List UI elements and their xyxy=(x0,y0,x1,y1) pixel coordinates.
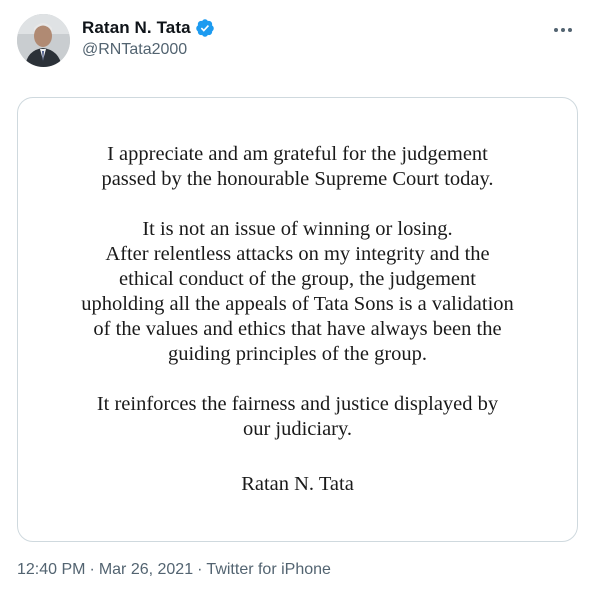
more-options-icon[interactable] xyxy=(549,20,577,40)
verified-badge-icon xyxy=(195,18,215,38)
display-name-row: Ratan N. Tata xyxy=(82,17,215,39)
statement-paragraph-2: It is not an issue of winning or losing.… xyxy=(18,217,577,367)
statement-line: I appreciate and am grateful for the jud… xyxy=(107,143,488,165)
statement-line: After relentless attacks on my integrity… xyxy=(105,243,490,265)
display-name[interactable]: Ratan N. Tata xyxy=(82,18,191,38)
avatar[interactable] xyxy=(17,14,70,67)
statement-line: of the values and ethics that have alway… xyxy=(93,318,502,340)
statement-line: guiding principles of the group. xyxy=(167,343,428,365)
tweet: Ratan N. Tata @RNTata2000 I appreciate a… xyxy=(0,0,598,601)
tweet-time[interactable]: 12:40 PM xyxy=(17,561,85,578)
author-names: Ratan N. Tata @RNTata2000 xyxy=(82,17,215,59)
statement-line: our judiciary. xyxy=(242,418,353,440)
statement-text: I appreciate and am grateful for the jud… xyxy=(18,142,577,467)
tweet-source[interactable]: Twitter for iPhone xyxy=(206,561,331,578)
statement-paragraph-3: It reinforces the fairness and justice d… xyxy=(18,392,577,442)
meta-separator: · xyxy=(197,561,203,578)
statement-paragraph-1: I appreciate and am grateful for the jud… xyxy=(18,142,577,192)
statement-line: It reinforces the fairness and justice d… xyxy=(96,393,499,415)
meta-separator: · xyxy=(89,561,95,578)
tweet-metadata: 12:40 PM · Mar 26, 2021 · Twitter for iPhone xyxy=(17,561,331,579)
statement-line: passed by the honourable Supreme Court t… xyxy=(101,168,494,190)
statement-signature: Ratan N. Tata xyxy=(241,473,354,495)
user-handle[interactable]: @RNTata2000 xyxy=(82,41,215,59)
tweet-header: Ratan N. Tata @RNTata2000 xyxy=(17,14,581,68)
statement-line: upholding all the appeals of Tata Sons i… xyxy=(81,293,514,315)
tweet-date[interactable]: Mar 26, 2021 xyxy=(99,561,193,578)
statement-line: It is not an issue of winning or losing. xyxy=(142,218,453,240)
statement-line: ethical conduct of the group, the judgem… xyxy=(119,268,476,290)
statement-image[interactable]: I appreciate and am grateful for the jud… xyxy=(17,97,578,542)
